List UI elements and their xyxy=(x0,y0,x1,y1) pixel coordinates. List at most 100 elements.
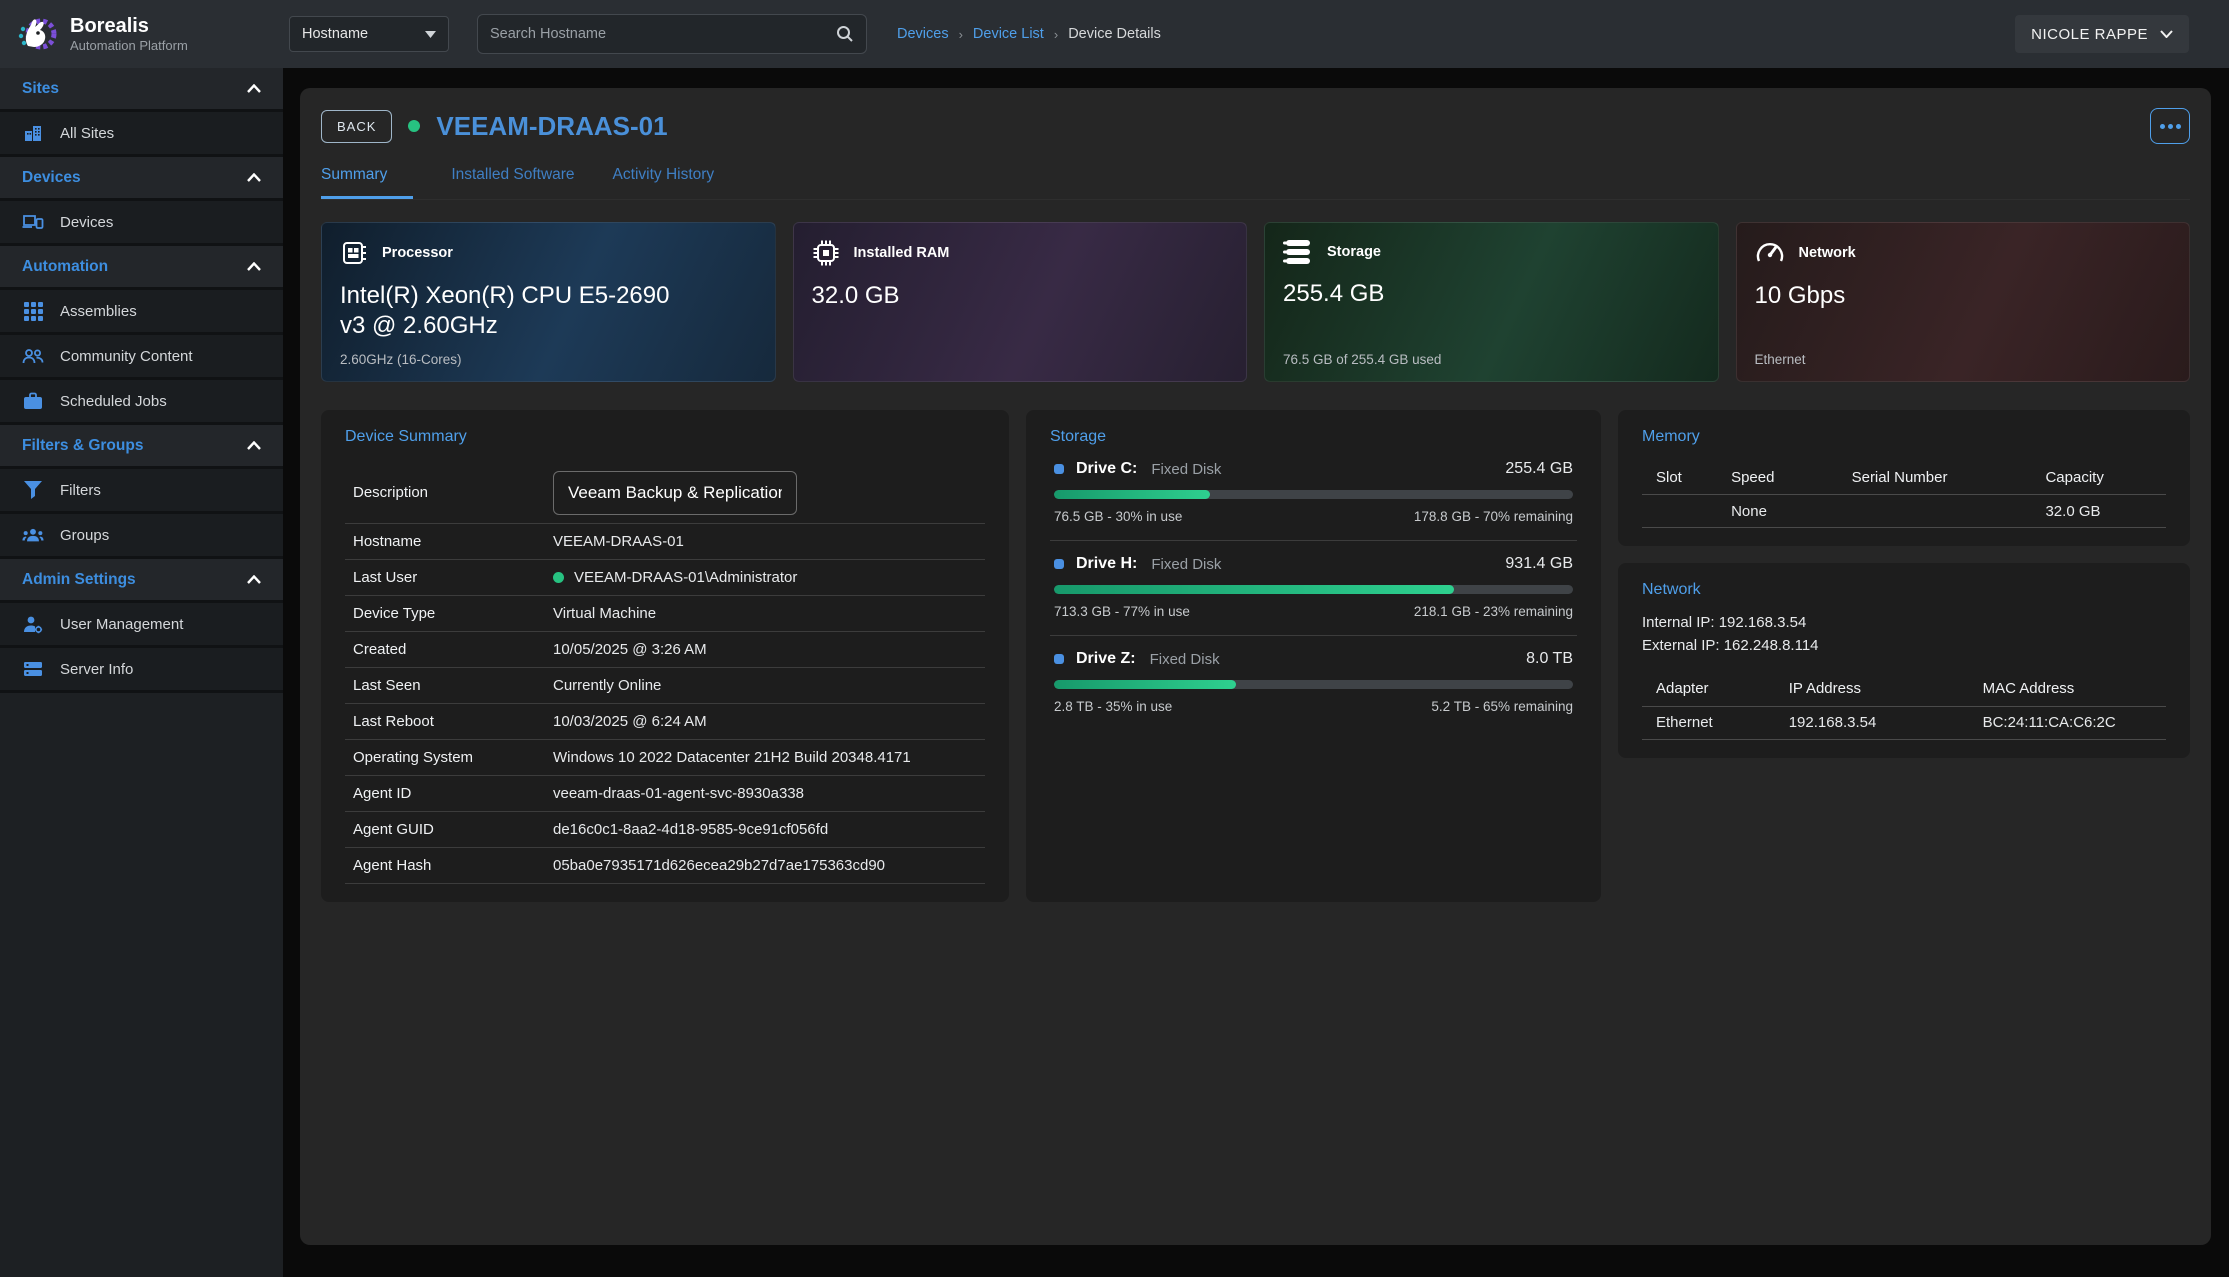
memory-panel: Memory Slot Speed Serial Number Capacity… xyxy=(1618,410,2190,546)
sidebar-section-label: Sites xyxy=(22,80,59,98)
card-title: Storage xyxy=(1327,244,1381,260)
column-header: Slot xyxy=(1642,469,1731,486)
cell-mac: BC:24:11:CA:C6:2C xyxy=(1983,714,2166,731)
speed-gauge-icon xyxy=(1755,239,1785,267)
drive-name: Drive Z: xyxy=(1076,650,1136,668)
sidebar-item-label: Server Info xyxy=(60,661,133,678)
breadcrumb-separator-icon: › xyxy=(959,27,963,42)
card-value: 10 Gbps xyxy=(1755,281,2115,311)
card-value: 32.0 GB xyxy=(812,281,1172,311)
row-value: Virtual Machine xyxy=(553,605,656,622)
people-icon xyxy=(22,345,44,367)
card-value: 255.4 GB xyxy=(1283,279,1643,309)
sidebar-section-label: Devices xyxy=(22,169,81,187)
drive-remaining-text: 178.8 GB - 70% remaining xyxy=(1414,509,1573,524)
sidebar-item-label: Devices xyxy=(60,214,113,231)
more-actions-button[interactable] xyxy=(2150,108,2190,144)
sidebar-item-scheduled-jobs[interactable]: Scheduled Jobs xyxy=(0,380,283,425)
column-header: Capacity xyxy=(2045,469,2166,486)
breadcrumb: Devices › Device List › Device Details xyxy=(897,26,1161,42)
sidebar-section-automation[interactable]: Automation xyxy=(0,246,283,290)
description-input[interactable] xyxy=(553,471,797,515)
device-summary-panel: Device Summary Description Hostname VEEA… xyxy=(321,410,1009,902)
borealis-logo-icon xyxy=(14,12,58,56)
sidebar-item-all-sites[interactable]: All Sites xyxy=(0,112,283,157)
hostname-filter-label: Hostname xyxy=(302,26,368,42)
briefcase-icon xyxy=(22,390,44,412)
drive-bullet-icon xyxy=(1054,559,1064,569)
sidebar-section-devices[interactable]: Devices xyxy=(0,157,283,201)
tab-bar: Summary Installed Software Activity Hist… xyxy=(321,166,2190,200)
drive-size: 8.0 TB xyxy=(1526,650,1573,668)
user-gear-icon xyxy=(22,613,44,635)
drive-type: Fixed Disk xyxy=(1151,461,1221,478)
sidebar-filler xyxy=(0,693,283,1277)
card-footer: Ethernet xyxy=(1755,352,1806,367)
sidebar-item-label: Scheduled Jobs xyxy=(60,393,167,410)
brand: Borealis Automation Platform xyxy=(0,12,283,56)
row-label: Last Seen xyxy=(353,677,553,694)
card-title: Installed RAM xyxy=(854,245,950,261)
sidebar-item-label: Filters xyxy=(60,482,101,499)
sidebar-item-groups[interactable]: Groups xyxy=(0,514,283,559)
drive-usage-bar xyxy=(1054,585,1573,594)
grid-icon xyxy=(22,300,44,322)
sidebar-section-filters-groups[interactable]: Filters & Groups xyxy=(0,425,283,469)
tab-installed-software[interactable]: Installed Software xyxy=(451,166,574,199)
internal-ip: Internal IP: 192.168.3.54 xyxy=(1642,611,2166,634)
row-label: Last User xyxy=(353,569,553,586)
summary-row-agent-hash: Agent Hash 05ba0e7935171d626ecea29b27d7a… xyxy=(345,848,985,884)
storage-stack-icon xyxy=(1283,239,1313,265)
panel-title: Memory xyxy=(1642,428,2166,446)
tab-activity-history[interactable]: Activity History xyxy=(613,166,715,199)
sidebar-section-sites[interactable]: Sites xyxy=(0,68,283,112)
online-status-dot xyxy=(553,572,564,583)
chevron-up-icon xyxy=(247,441,261,450)
drive-bullet-icon xyxy=(1054,654,1064,664)
drive-usage-fill xyxy=(1054,490,1210,499)
drive-used-text: 76.5 GB - 30% in use xyxy=(1054,509,1182,524)
sidebar-item-devices[interactable]: Devices xyxy=(0,201,283,246)
server-icon xyxy=(22,658,44,680)
drive-name: Drive C: xyxy=(1076,460,1137,478)
drive-remaining-text: 5.2 TB - 65% remaining xyxy=(1431,699,1573,714)
device-summary-table: Description Hostname VEEAM-DRAAS-01 Last… xyxy=(345,462,985,884)
memory-table: Slot Speed Serial Number Capacity None 3… xyxy=(1642,460,2166,528)
panel-title: Device Summary xyxy=(345,428,985,446)
row-value: Currently Online xyxy=(553,677,661,694)
chevron-up-icon xyxy=(247,575,261,584)
column-header: Adapter xyxy=(1642,680,1789,697)
sidebar-item-assemblies[interactable]: Assemblies xyxy=(0,290,283,335)
row-value: de16c0c1-8aa2-4d18-9585-9ce91cf056fd xyxy=(553,821,828,838)
right-column: Memory Slot Speed Serial Number Capacity… xyxy=(1618,410,2190,758)
sidebar-section-label: Admin Settings xyxy=(22,571,136,589)
drive-usage-fill xyxy=(1054,680,1236,689)
sidebar-item-user-management[interactable]: User Management xyxy=(0,603,283,648)
cell-capacity: 32.0 GB xyxy=(2045,503,2166,520)
search-input[interactable] xyxy=(490,26,836,42)
search-box[interactable] xyxy=(477,14,867,54)
main-area: BACK VEEAM-DRAAS-01 Summary Installed So… xyxy=(283,68,2229,1277)
tab-summary[interactable]: Summary xyxy=(321,166,413,199)
sidebar-item-server-info[interactable]: Server Info xyxy=(0,648,283,693)
memory-row: None 32.0 GB xyxy=(1642,494,2166,528)
row-label: Description xyxy=(353,484,553,501)
network-adapter-row: Ethernet 192.168.3.54 BC:24:11:CA:C6:2C xyxy=(1642,706,2166,740)
sidebar-section-label: Filters & Groups xyxy=(22,437,143,455)
drive-type: Fixed Disk xyxy=(1151,556,1221,573)
online-status-dot xyxy=(408,120,420,132)
breadcrumb-devices[interactable]: Devices xyxy=(897,26,949,42)
sidebar-item-filters[interactable]: Filters xyxy=(0,469,283,514)
back-button[interactable]: BACK xyxy=(321,110,392,143)
user-menu-button[interactable]: NICOLE RAPPE xyxy=(2015,15,2189,53)
sidebar-item-community-content[interactable]: Community Content xyxy=(0,335,283,380)
caret-down-icon xyxy=(425,31,436,38)
breadcrumb-device-list[interactable]: Device List xyxy=(973,26,1044,42)
hostname-filter-select[interactable]: Hostname xyxy=(289,16,449,52)
drive-usage-bar xyxy=(1054,490,1573,499)
cell-ip: 192.168.3.54 xyxy=(1789,714,1983,731)
cpu-icon xyxy=(340,239,368,267)
chevron-up-icon xyxy=(247,84,261,93)
sidebar-section-admin-settings[interactable]: Admin Settings xyxy=(0,559,283,603)
row-value: 10/05/2025 @ 3:26 AM xyxy=(553,641,707,658)
